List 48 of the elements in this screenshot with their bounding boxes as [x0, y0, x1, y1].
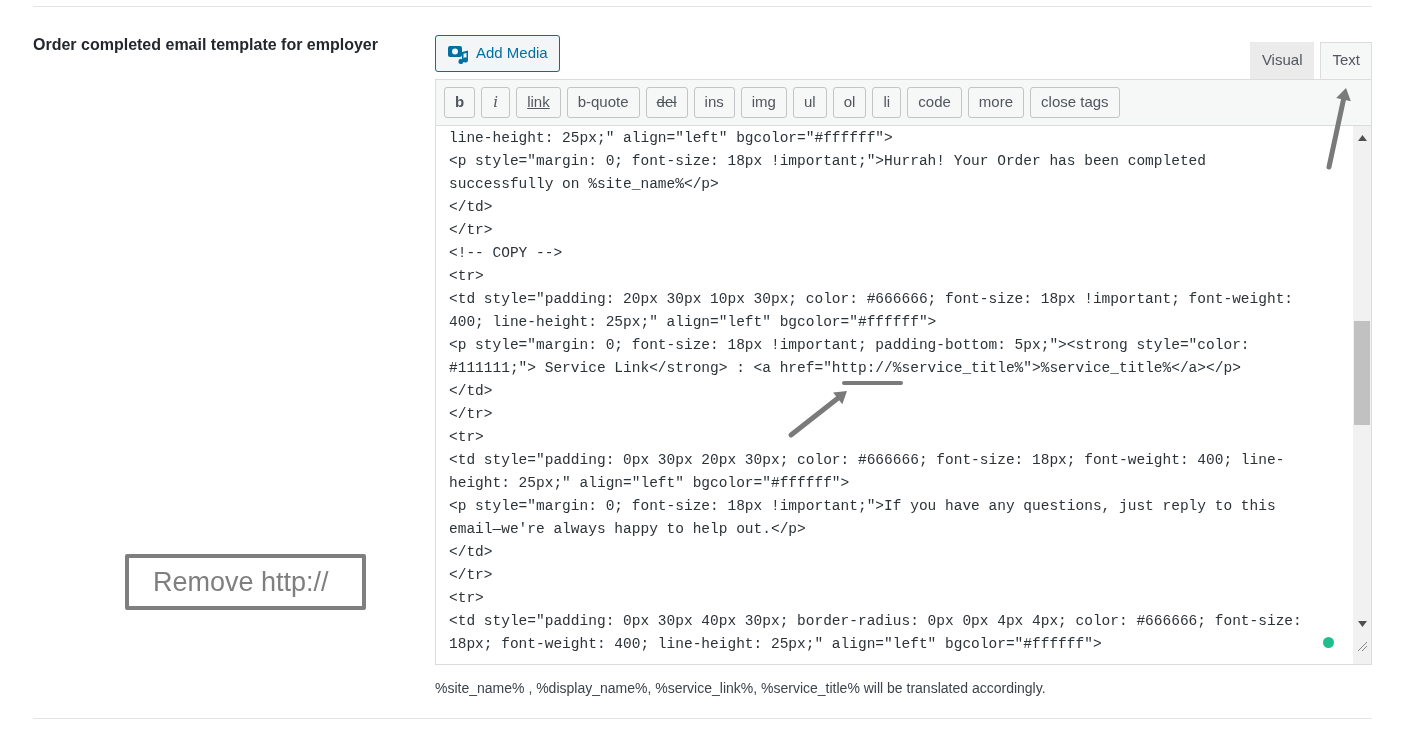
- quicktag-button[interactable]: ul: [792, 87, 827, 118]
- code-line: <tr>: [449, 589, 484, 608]
- quicktag-button[interactable]: del: [645, 87, 688, 118]
- quicktag-button[interactable]: i: [481, 87, 511, 118]
- code-line: successfully on %site_name%</p>: [449, 175, 719, 194]
- annotation-text: Remove http://: [153, 565, 329, 599]
- quicktag-button[interactable]: b-quote: [566, 87, 640, 118]
- resize-handle-icon: [1356, 641, 1368, 652]
- code-line: <!-- COPY -->: [449, 244, 563, 263]
- quicktag-button[interactable]: code: [907, 87, 962, 118]
- media-icon: [447, 43, 469, 64]
- code-line: <p style="margin: 0; font-size: 18px !important;">Hurrah! Your Order has been completed: [449, 152, 1207, 171]
- quicktag-button[interactable]: b: [444, 87, 476, 118]
- quicktag-button[interactable]: ins: [693, 87, 735, 118]
- editor-tab[interactable]: Visual: [1249, 42, 1315, 79]
- code-line: <td style="padding: 20px 30px 10px 30px; color: #666666; font-size: 18px !important; font-weight:: [449, 290, 1294, 309]
- code-line: </tr>: [449, 566, 493, 585]
- code-line: line-height: 25px;" align="left" bgcolor="#ffffff">: [449, 129, 893, 148]
- code-line: 18px; font-weight: 400; line-height: 25px;" align="left" bgcolor="#ffffff">: [449, 635, 1102, 654]
- quicktag-button[interactable]: li: [872, 87, 902, 118]
- code-line: <p style="margin: 0; font-size: 18px !important; padding-bottom: 5px;"><strong style="color:: [449, 336, 1250, 355]
- code-line: email—we're always happy to help out.</p>: [449, 520, 806, 539]
- help-text: %site_name% , %display_name%, %service_link%, %service_title% will be translated accordingly.: [435, 679, 1047, 698]
- quicktag-button[interactable]: ol: [832, 87, 867, 118]
- code-line: <p style="margin: 0; font-size: 18px !important;">If you have any questions, just reply to this: [449, 497, 1276, 516]
- scroll-down-icon: [1357, 621, 1367, 627]
- quicktag-button[interactable]: img: [740, 87, 787, 118]
- field-label: Order completed email template for employer: [33, 35, 379, 55]
- quicktag-button[interactable]: more: [967, 87, 1025, 118]
- code-line: </td>: [449, 543, 493, 562]
- code-line: height: 25px;" align="left" bgcolor="#ffffff">: [449, 474, 850, 493]
- add-media-button[interactable]: Add Media: [435, 35, 560, 72]
- code-line: </td>: [449, 382, 493, 401]
- highlight-underline: [842, 381, 903, 385]
- editor-tab[interactable]: Text: [1320, 42, 1372, 79]
- code-line: <tr>: [449, 267, 484, 286]
- code-line: </tr>: [449, 405, 493, 424]
- quicktag-button[interactable]: link: [516, 87, 561, 118]
- code-line: </tr>: [449, 221, 493, 240]
- scroll-up-icon: [1357, 135, 1367, 141]
- code-line: <td style="padding: 0px 30px 20px 30px; color: #666666; font-size: 18px; font-weight: 400; line-: [449, 451, 1285, 470]
- quicktag-button[interactable]: close tags: [1030, 87, 1120, 118]
- code-line: #111111;"> Service Link</strong> : <a href="http://%service_title%">%service_title%</a></p>: [449, 359, 1241, 378]
- code-line: <tr>: [449, 428, 484, 447]
- annotation-arrow: [788, 391, 847, 438]
- code-line: 400; line-height: 25px;" align="left" bgcolor="#ffffff">: [449, 313, 937, 332]
- code-line: <td style="padding: 0px 30px 40px 30px; border-radius: 0px 0px 4px 4px; color: #666666; font-size:: [449, 612, 1302, 631]
- code-line: </td>: [449, 198, 493, 217]
